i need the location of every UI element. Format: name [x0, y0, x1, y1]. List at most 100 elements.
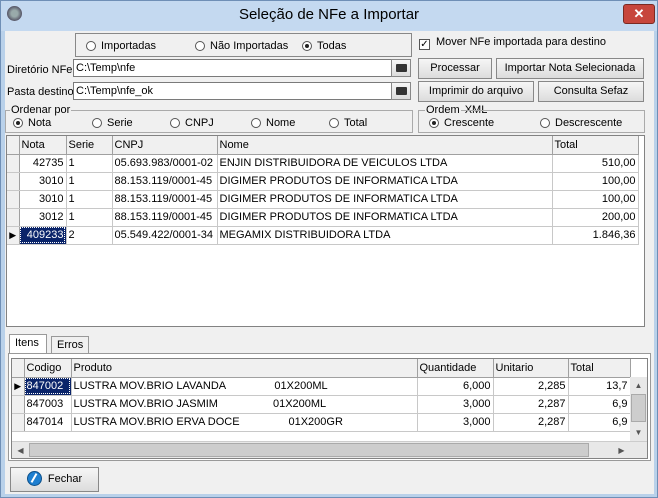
cell-nome[interactable]: ENJIN DISTRIBUIDORA DE VEICULOS LTDA — [217, 154, 553, 173]
cell-nome[interactable]: DIGIMER PRODUTOS DE INFORMATICA LTDA — [217, 208, 553, 227]
itens-vertical-scrollbar[interactable]: ▲ ▼ — [630, 377, 647, 441]
diretorio-browse-button[interactable] — [391, 59, 411, 77]
move-checkbox[interactable]: ✓ Mover NFe importada para destino — [419, 36, 606, 50]
cell-nota[interactable]: 3010 — [19, 190, 67, 209]
cell-serie[interactable]: 1 — [66, 154, 113, 173]
consulta-sefaz-button[interactable]: Consulta Sefaz — [538, 81, 644, 102]
radio-todas-dot[interactable] — [302, 41, 312, 51]
scroll-left-icon[interactable]: ◀ — [12, 442, 29, 458]
cell-unitario[interactable]: 2,285 — [493, 377, 569, 396]
cell-quantidade[interactable]: 3,000 — [417, 413, 494, 432]
radio-ordenar-serie-dot[interactable] — [92, 118, 102, 128]
row-indicator[interactable] — [7, 190, 20, 209]
radio-ordenar-serie[interactable]: Serie — [92, 116, 133, 130]
fechar-button[interactable]: Fechar — [10, 467, 99, 492]
notas-grid[interactable]: Nota Serie CNPJ Nome Total 42735 1 05.69… — [6, 135, 645, 327]
column-header-codigo[interactable]: Codigo — [24, 359, 72, 378]
row-indicator[interactable] — [12, 395, 25, 414]
cell-cnpj[interactable]: 88.153.119/0001-45 — [112, 208, 218, 227]
cell-nota[interactable]: 3012 — [19, 208, 67, 227]
radio-importadas[interactable]: Importadas — [86, 39, 156, 53]
table-row[interactable]: 42735 1 05.693.983/0001-02 ENJIN DISTRIB… — [7, 154, 639, 173]
diretorio-input[interactable]: C:\Temp\nfe — [73, 59, 392, 77]
tab-erros[interactable]: Erros — [51, 336, 89, 354]
column-header-total[interactable]: Total — [552, 136, 639, 155]
table-row[interactable]: 847014 LUSTRA MOV.BRIO ERVA DOCE 01X200G… — [12, 413, 631, 432]
imprimir-xml-button[interactable]: Imprimir do arquivo XML — [418, 81, 534, 116]
cell-serie[interactable]: 1 — [66, 190, 113, 209]
radio-nao-importadas[interactable]: Não Importadas — [195, 39, 288, 53]
cell-serie[interactable]: 1 — [66, 172, 113, 191]
table-row-selected[interactable]: ▶ 847002 LUSTRA MOV.BRIO LAVANDA 01X200M… — [12, 377, 631, 396]
row-indicator[interactable] — [7, 154, 20, 173]
radio-nao-importadas-dot[interactable] — [195, 41, 205, 51]
cell-nota[interactable]: 409233 — [19, 226, 67, 245]
itens-grid[interactable]: Codigo Produto Quantidade Unitario Total… — [11, 358, 648, 459]
radio-todas[interactable]: Todas — [302, 39, 346, 53]
scroll-right-icon[interactable]: ▶ — [613, 442, 630, 458]
row-pointer-icon[interactable]: ▶ — [12, 377, 25, 396]
vertical-scroll-thumb[interactable] — [631, 394, 646, 422]
cell-cnpj[interactable]: 05.549.422/0001-34 — [112, 226, 218, 245]
radio-ordenar-nota[interactable]: Nota — [13, 116, 51, 130]
cell-total[interactable]: 510,00 — [552, 154, 639, 173]
cell-total[interactable]: 200,00 — [552, 208, 639, 227]
cell-total[interactable]: 6,9 — [568, 395, 631, 414]
radio-descrescente-dot[interactable] — [540, 118, 550, 128]
radio-descrescente[interactable]: Descrescente — [540, 116, 622, 130]
cell-serie[interactable]: 1 — [66, 208, 113, 227]
importar-nota-button[interactable]: Importar Nota Selecionada — [496, 58, 644, 79]
table-row[interactable]: 3012 1 88.153.119/0001-45 DIGIMER PRODUT… — [7, 208, 639, 227]
cell-nota[interactable]: 42735 — [19, 154, 67, 173]
cell-cnpj[interactable]: 88.153.119/0001-45 — [112, 190, 218, 209]
table-row[interactable]: 847003 LUSTRA MOV.BRIO JASMIM 01X200ML 3… — [12, 395, 631, 414]
pasta-input[interactable]: C:\Temp\nfe_ok — [73, 82, 392, 100]
radio-ordenar-total[interactable]: Total — [329, 116, 367, 130]
pasta-browse-button[interactable] — [391, 82, 411, 100]
column-header-serie[interactable]: Serie — [66, 136, 113, 155]
radio-ordenar-total-dot[interactable] — [329, 118, 339, 128]
cell-produto[interactable]: LUSTRA MOV.BRIO JASMIM 01X200ML — [71, 395, 418, 414]
column-header-total[interactable]: Total — [568, 359, 631, 378]
table-row[interactable]: 3010 1 88.153.119/0001-45 DIGIMER PRODUT… — [7, 172, 639, 191]
cell-nome[interactable]: MEGAMIX DISTRIBUIDORA LTDA — [217, 226, 553, 245]
radio-ordenar-nota-dot[interactable] — [13, 118, 23, 128]
column-header-unitario[interactable]: Unitario — [493, 359, 569, 378]
cell-total[interactable]: 100,00 — [552, 190, 639, 209]
horizontal-scroll-thumb[interactable] — [29, 443, 589, 457]
processar-button[interactable]: Processar — [418, 58, 492, 79]
move-checkbox-box[interactable]: ✓ — [419, 39, 430, 50]
cell-cnpj[interactable]: 05.693.983/0001-02 — [112, 154, 218, 173]
row-indicator[interactable] — [7, 172, 20, 191]
radio-crescente-dot[interactable] — [429, 118, 439, 128]
cell-cnpj[interactable]: 88.153.119/0001-45 — [112, 172, 218, 191]
column-header-produto[interactable]: Produto — [71, 359, 418, 378]
radio-ordenar-nome[interactable]: Nome — [251, 116, 295, 130]
cell-nota[interactable]: 3010 — [19, 172, 67, 191]
cell-total[interactable]: 100,00 — [552, 172, 639, 191]
cell-produto[interactable]: LUSTRA MOV.BRIO ERVA DOCE 01X200GR — [71, 413, 418, 432]
cell-codigo[interactable]: 847003 — [24, 395, 72, 414]
radio-crescente[interactable]: Crescente — [429, 116, 494, 130]
row-indicator[interactable] — [12, 413, 25, 432]
column-header-quantidade[interactable]: Quantidade — [417, 359, 494, 378]
column-header-nome[interactable]: Nome — [217, 136, 553, 155]
cell-unitario[interactable]: 2,287 — [493, 413, 569, 432]
table-row[interactable]: 3010 1 88.153.119/0001-45 DIGIMER PRODUT… — [7, 190, 639, 209]
row-pointer-icon[interactable]: ▶ — [7, 226, 20, 245]
radio-ordenar-nome-dot[interactable] — [251, 118, 261, 128]
cell-codigo[interactable]: 847014 — [24, 413, 72, 432]
cell-quantidade[interactable]: 6,000 — [417, 377, 494, 396]
row-indicator[interactable] — [7, 208, 20, 227]
radio-ordenar-cnpj[interactable]: CNPJ — [170, 116, 214, 130]
cell-unitario[interactable]: 2,287 — [493, 395, 569, 414]
cell-serie[interactable]: 2 — [66, 226, 113, 245]
close-window-button[interactable]: ✕ — [623, 4, 655, 24]
scroll-up-icon[interactable]: ▲ — [630, 377, 647, 394]
radio-importadas-dot[interactable] — [86, 41, 96, 51]
title-bar[interactable]: Seleção de NFe a Importar ✕ — [1, 1, 657, 31]
cell-total[interactable]: 13,7 — [568, 377, 631, 396]
itens-horizontal-scrollbar[interactable]: ◀ ▶ — [12, 441, 647, 458]
tab-itens[interactable]: Itens — [9, 334, 47, 354]
cell-produto[interactable]: LUSTRA MOV.BRIO LAVANDA 01X200ML — [71, 377, 418, 396]
